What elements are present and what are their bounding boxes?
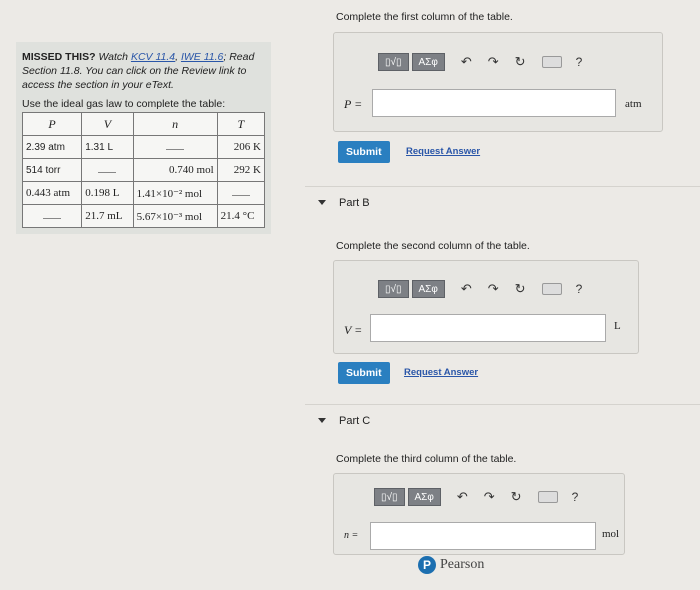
part-c-prompt: Complete the third column of the table. — [336, 453, 517, 465]
templates-button[interactable]: ▯√▯ — [378, 280, 409, 298]
v-unit: L — [614, 320, 621, 332]
table-cell — [81, 158, 134, 182]
watch-text: Watch — [98, 51, 129, 63]
part-b-collapse-icon[interactable] — [318, 200, 326, 205]
kcv-link[interactable]: KCV 11.4 — [131, 51, 175, 63]
table-intro: Use the ideal gas law to complete the ta… — [22, 98, 226, 110]
v-label: V = — [344, 323, 363, 337]
blank-dash — [231, 189, 250, 196]
part-b-request-answer-link[interactable]: Request Answer — [404, 367, 478, 378]
table-cell: 21.4 °C — [216, 204, 266, 228]
redo-icon[interactable]: ↷ — [488, 281, 499, 297]
reset-icon[interactable]: ↻ — [515, 281, 526, 297]
part-c-title[interactable]: Part C — [339, 415, 370, 427]
table-cell: 0.198 L — [81, 181, 134, 205]
header-p: P — [21, 112, 83, 136]
part-a-answer-box: ▯√▯ ΑΣφ ↶ ↷ ↻ ? P = — [333, 32, 663, 132]
help-icon[interactable]: ? — [576, 282, 583, 296]
blank-dash — [43, 212, 62, 219]
part-b-toolbar: ▯√▯ ΑΣφ ↶ ↷ ↻ ? — [378, 280, 582, 298]
templates-button[interactable]: ▯√▯ — [374, 488, 405, 506]
table-cell — [132, 135, 218, 159]
n-answer-input[interactable] — [370, 522, 596, 550]
part-c-toolbar: ▯√▯ ΑΣφ ↶ ↷ ↻ ? — [374, 488, 578, 506]
greek-symbols-button[interactable]: ΑΣφ — [407, 488, 441, 506]
p-unit: atm — [625, 98, 642, 110]
blank-dash — [166, 143, 185, 150]
missed-label: MISSED THIS? — [22, 51, 96, 63]
reset-icon[interactable]: ↻ — [515, 54, 526, 70]
table-cell: 0.740 mol — [132, 158, 218, 182]
gas-table: P V n T 2.39 atm 1.31 L 206 K 514 torr 0… — [21, 112, 266, 228]
part-a-prompt: Complete the first column of the table. — [336, 11, 513, 23]
table-cell: 1.41×10⁻² mol — [132, 181, 218, 205]
table-cell: 2.39 atm — [21, 135, 83, 159]
divider — [305, 186, 700, 187]
p-label: P = — [344, 97, 363, 111]
table-header-row: P V n T — [21, 112, 266, 136]
help-icon[interactable]: ? — [572, 490, 579, 504]
table-cell — [216, 181, 266, 205]
table-cell: 5.67×10⁻³ mol — [132, 204, 218, 228]
table-cell: 0.443 atm — [21, 181, 83, 205]
header-n: n — [132, 112, 218, 136]
table-cell: 21.7 mL — [81, 204, 134, 228]
header-v: V — [81, 112, 134, 136]
part-a-submit-button[interactable]: Submit — [338, 141, 390, 163]
greek-symbols-button[interactable]: ΑΣφ — [411, 53, 445, 71]
pearson-brand-text: Pearson — [440, 557, 485, 572]
greek-symbols-button[interactable]: ΑΣφ — [411, 280, 445, 298]
table-row: 0.443 atm 0.198 L 1.41×10⁻² mol — [21, 181, 266, 205]
p-answer-input[interactable] — [372, 89, 616, 117]
table-row: 2.39 atm 1.31 L 206 K — [21, 135, 266, 159]
reset-icon[interactable]: ↻ — [511, 489, 522, 505]
part-c-collapse-icon[interactable] — [318, 418, 326, 423]
iwe-link[interactable]: IWE 11.6 — [181, 51, 223, 63]
table-cell: 206 K — [216, 135, 266, 159]
table-row: 514 torr 0.740 mol 292 K — [21, 158, 266, 182]
part-a-request-answer-link[interactable]: Request Answer — [406, 146, 480, 157]
part-a-toolbar: ▯√▯ ΑΣφ ↶ ↷ ↻ ? — [378, 53, 582, 71]
blank-dash — [98, 166, 117, 173]
part-c-answer-box: ▯√▯ ΑΣφ ↶ ↷ ↻ ? n = — [333, 473, 625, 555]
table-row: 21.7 mL 5.67×10⁻³ mol 21.4 °C — [21, 204, 266, 228]
n-label: n = — [344, 530, 359, 541]
redo-icon[interactable]: ↷ — [484, 489, 495, 505]
table-cell — [21, 204, 83, 228]
part-b-answer-box: ▯√▯ ΑΣφ ↶ ↷ ↻ ? V = — [333, 260, 639, 354]
pearson-p-icon: P — [418, 556, 436, 574]
pearson-logo: P Pearson — [418, 556, 484, 574]
table-cell: 292 K — [216, 158, 266, 182]
keyboard-icon[interactable] — [541, 56, 562, 68]
undo-icon[interactable]: ↶ — [457, 489, 468, 505]
keyboard-icon[interactable] — [541, 283, 562, 295]
n-unit: mol — [602, 528, 620, 540]
redo-icon[interactable]: ↷ — [488, 54, 499, 70]
templates-button[interactable]: ▯√▯ — [378, 53, 409, 71]
keyboard-icon[interactable] — [537, 491, 558, 503]
divider — [305, 404, 700, 405]
undo-icon[interactable]: ↶ — [461, 281, 472, 297]
part-b-prompt: Complete the second column of the table. — [336, 240, 530, 252]
header-t: T — [216, 112, 266, 136]
part-b-title[interactable]: Part B — [339, 197, 370, 209]
undo-icon[interactable]: ↶ — [461, 54, 472, 70]
part-b-submit-button[interactable]: Submit — [338, 362, 390, 384]
help-icon[interactable]: ? — [576, 55, 583, 69]
table-cell: 514 torr — [21, 158, 83, 182]
missed-this-text: MISSED THIS? Watch KCV 11.4, IWE 11.6; R… — [22, 51, 255, 91]
table-cell: 1.31 L — [81, 135, 134, 159]
v-answer-input[interactable] — [370, 314, 606, 342]
missed-this-panel: MISSED THIS? Watch KCV 11.4, IWE 11.6; R… — [16, 42, 271, 234]
